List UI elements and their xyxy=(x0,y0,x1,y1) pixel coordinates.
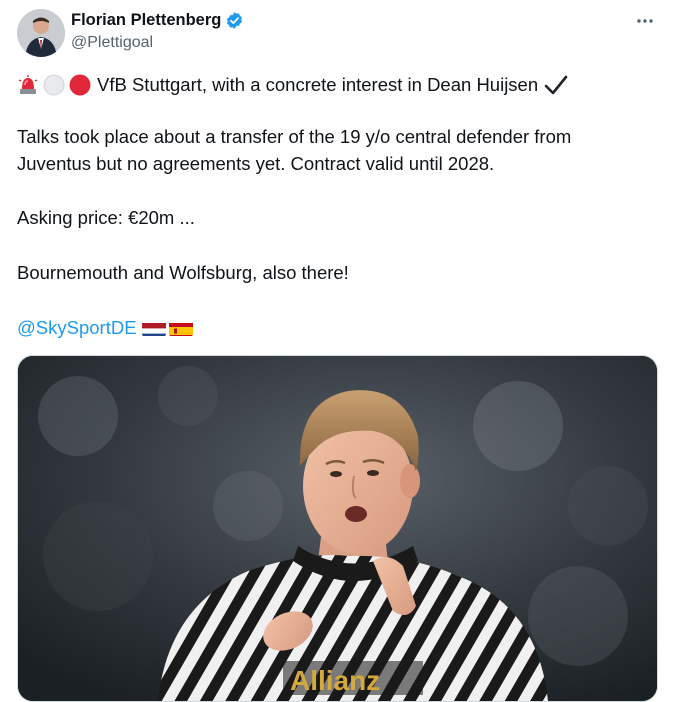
author-handle[interactable]: @Plettigoal xyxy=(71,34,153,52)
tweet-line-6: @SkySportDE xyxy=(17,315,193,341)
mention-link[interactable]: @SkySportDE xyxy=(17,315,137,341)
tweet-line-5: Bournemouth and Wolfsburg, also there! xyxy=(17,262,349,283)
verified-badge-icon[interactable] xyxy=(225,11,244,30)
white-circle-emoji xyxy=(43,74,65,96)
author-display-name[interactable]: Florian Plettenberg xyxy=(71,11,221,30)
more-options-icon[interactable] xyxy=(634,14,656,28)
jersey-sponsor-text: Allianz xyxy=(290,665,380,696)
profile-avatar[interactable] xyxy=(17,9,65,57)
check-mark-emoji xyxy=(544,74,568,96)
author-name-row[interactable]: Florian Plettenberg xyxy=(71,11,244,30)
tweet-line-1-text: VfB Stuttgart, with a concrete interest … xyxy=(97,74,539,95)
tweet-media-photo[interactable]: Allianz xyxy=(17,355,658,702)
tweet-line-3: Juventus but no agreements yet. Contract… xyxy=(17,153,495,174)
police-light-emoji xyxy=(17,74,39,96)
tweet-card: Florian Plettenberg @Plettigoal VfB Stut… xyxy=(0,0,673,702)
tweet-line-1: VfB Stuttgart, with a concrete interest … xyxy=(17,72,570,98)
netherlands-flag xyxy=(141,320,166,336)
red-circle-emoji xyxy=(69,74,91,96)
spain-flag xyxy=(168,320,193,336)
tweet-line-2: Talks took place about a transfer of the… xyxy=(17,126,572,147)
tweet-line-4: Asking price: €20m ... xyxy=(17,207,195,228)
